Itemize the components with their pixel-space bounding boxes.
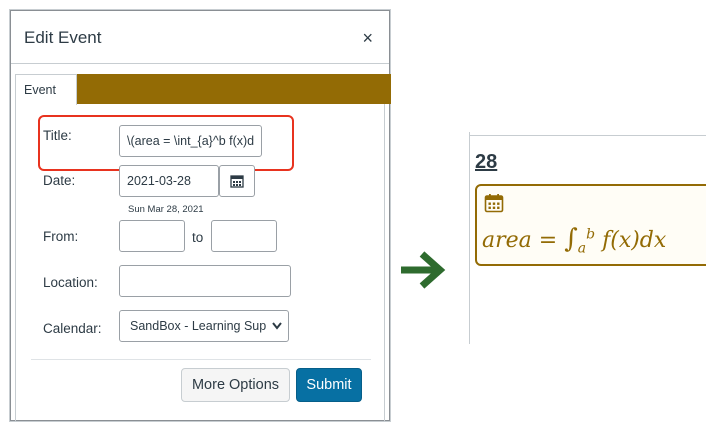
dialog-title: Edit Event [24, 28, 102, 47]
close-icon[interactable]: × [362, 29, 373, 47]
formula-integral: ∫ [564, 224, 578, 254]
dialog-header: Edit Event × [11, 11, 389, 64]
arrow-right-icon [401, 251, 446, 289]
calendar-day-number[interactable]: 28 [475, 151, 497, 174]
location-label: Location: [43, 275, 98, 290]
title-label: Title: [43, 128, 72, 143]
submit-button[interactable]: Submit [296, 368, 362, 402]
date-picker-button[interactable] [219, 165, 255, 197]
calendar-event[interactable]: area = ∫ab f(x)dx [475, 184, 706, 266]
calendar-select[interactable]: SandBox - Learning Support [119, 310, 289, 342]
date-readable: Sun Mar 28, 2021 [128, 204, 204, 215]
to-time-input[interactable] [211, 220, 277, 252]
date-label: Date: [43, 173, 76, 188]
formula-lhs: area [482, 228, 532, 253]
calendar-icon [230, 175, 244, 188]
footer-divider [31, 359, 371, 360]
formula-lower-bound: a [577, 240, 587, 257]
edit-event-dialog: Edit Event × Event Title: Date: Sun Mar … [10, 10, 391, 422]
from-time-input[interactable] [119, 220, 185, 252]
chevron-down-icon [272, 311, 282, 341]
calendar-select-value: SandBox - Learning Support [130, 319, 266, 333]
from-label: From: [43, 229, 79, 244]
formula-equals: = [538, 228, 558, 253]
more-options-button[interactable]: More Options [181, 368, 290, 402]
calendar-icon [484, 194, 504, 213]
formula-integrand: f(x)dx [602, 228, 667, 253]
tab-event[interactable]: Event [15, 74, 77, 105]
to-label: to [192, 230, 204, 245]
calendar-grid-line-vertical [469, 132, 470, 344]
date-input[interactable] [119, 165, 219, 197]
location-input[interactable] [119, 265, 291, 297]
event-title-formula: area = ∫ab f(x)dx [482, 224, 666, 256]
calendar-grid-line-horizontal [469, 135, 706, 136]
title-input[interactable] [119, 125, 262, 157]
formula-upper-bound: b [586, 226, 596, 243]
calendar-label: Calendar: [43, 321, 102, 336]
